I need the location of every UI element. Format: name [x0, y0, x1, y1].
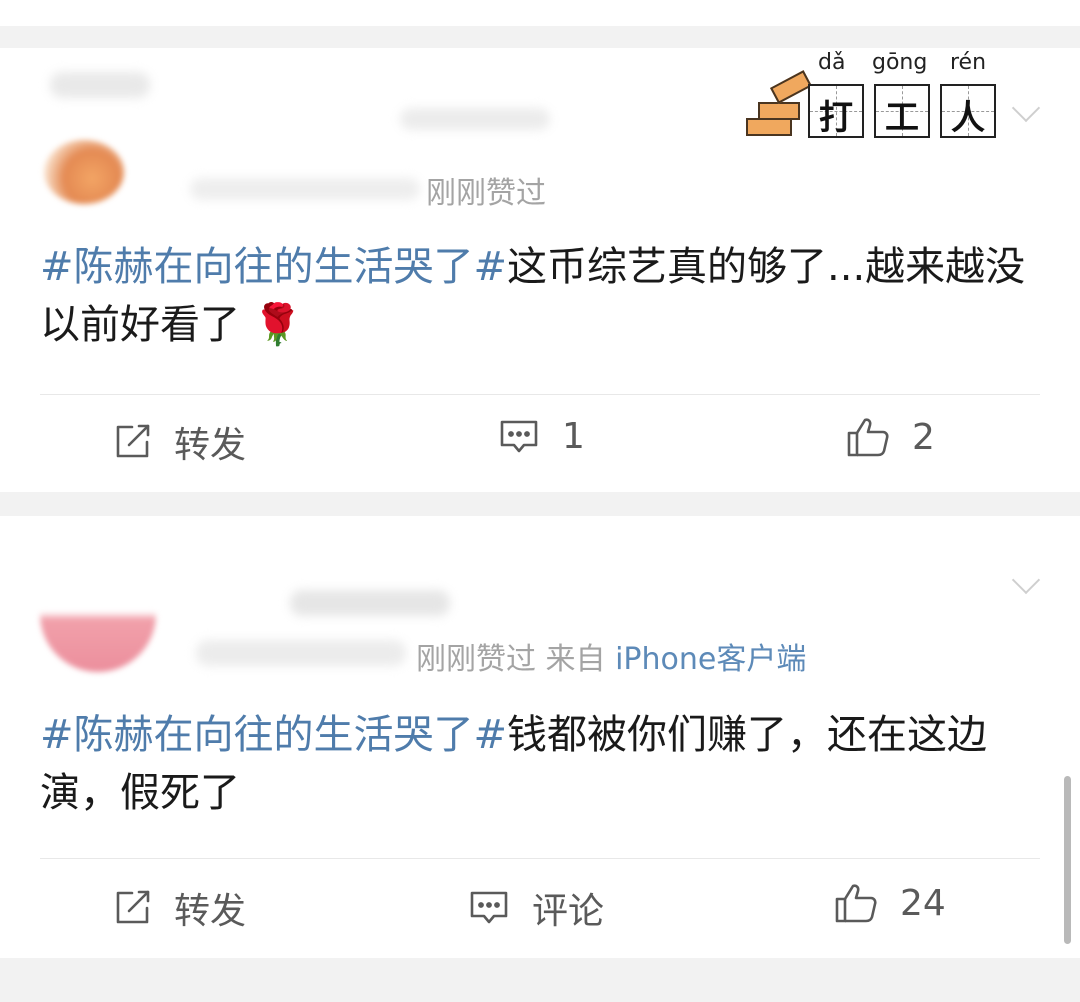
comment-button[interactable]: 1: [498, 416, 585, 457]
rose-emoji: 🌹: [252, 302, 303, 348]
meta-text: 刚刚赞过 来自: [416, 642, 616, 677]
comment-label: 评论: [532, 891, 605, 932]
like-count: 24: [900, 882, 946, 924]
post-content[interactable]: #陈赫在向往的生活哭了#这币综艺真的够了...越来越没以前好看了 🌹: [40, 238, 1040, 354]
comment-button[interactable]: 评论: [468, 882, 604, 934]
brick-icon: [758, 102, 800, 120]
dagongren-badge[interactable]: dǎ gōng rén 打 工 人: [744, 50, 1004, 140]
chevron-down-icon[interactable]: [1011, 565, 1041, 595]
brick-icon: [746, 118, 792, 136]
hashtag-link[interactable]: #陈赫在向往的生活哭了#: [40, 712, 507, 758]
like-button[interactable]: 2: [846, 416, 935, 458]
blurred-user-badge: [400, 108, 550, 130]
like-count: 2: [912, 416, 935, 458]
badge-char-box: 人: [940, 84, 996, 138]
share-edit-icon: [116, 424, 150, 458]
divider: [40, 858, 1040, 859]
comment-count: 1: [562, 416, 585, 457]
share-edit-icon: [116, 890, 150, 924]
like-button[interactable]: 24: [834, 882, 946, 924]
scrollbar[interactable]: [1064, 776, 1071, 944]
feed-page: 刚刚赞过 dǎ gōng rén 打 工 人 #陈赫在向往的生活哭了#这币综艺真…: [0, 0, 1080, 1002]
badge-char: 打: [819, 98, 853, 138]
avatar[interactable]: [44, 140, 124, 204]
blurred-user-info: [190, 178, 420, 200]
badge-pinyin: gōng: [872, 50, 928, 75]
post-card[interactable]: 刚刚赞过 来自 iPhone客户端 #陈赫在向往的生活哭了#钱都被你们赚了，还在…: [0, 516, 1080, 958]
source-link[interactable]: iPhone客户端: [615, 642, 806, 677]
post-meta: 刚刚赞过: [426, 168, 546, 212]
comment-bubble-icon: [500, 420, 538, 452]
post-meta: 刚刚赞过 来自 iPhone客户端: [416, 634, 806, 678]
badge-char-box: 工: [874, 84, 930, 138]
thumbs-up-icon: [835, 884, 877, 923]
chevron-down-icon[interactable]: [1011, 93, 1041, 123]
forward-label: 转发: [174, 425, 247, 466]
meta-text: 刚刚赞过: [426, 176, 546, 211]
badge-pinyin: dǎ: [818, 50, 846, 75]
forward-button[interactable]: 转发: [112, 416, 246, 468]
thumbs-up-icon: [847, 418, 889, 457]
badge-char: 人: [951, 98, 985, 138]
forward-label: 转发: [174, 891, 247, 932]
avatar[interactable]: [40, 556, 156, 672]
hashtag-link[interactable]: #陈赫在向往的生活哭了#: [40, 244, 507, 290]
badge-char: 工: [885, 98, 919, 138]
badge-pinyin: rén: [950, 50, 987, 75]
post-content[interactable]: #陈赫在向往的生活哭了#钱都被你们赚了，还在这边演，假死了: [40, 706, 1040, 822]
brick-icon: [769, 70, 813, 104]
previous-card-bottom: [0, 0, 1080, 26]
blurred-username: [50, 72, 150, 98]
post-card[interactable]: 刚刚赞过 dǎ gōng rén 打 工 人 #陈赫在向往的生活哭了#这币综艺真…: [0, 48, 1080, 492]
divider: [40, 394, 1040, 395]
blurred-user-info: [196, 640, 406, 666]
comment-bubble-icon: [470, 891, 508, 924]
blurred-username: [290, 590, 450, 616]
badge-char-box: 打: [808, 84, 864, 138]
forward-button[interactable]: 转发: [112, 882, 246, 934]
